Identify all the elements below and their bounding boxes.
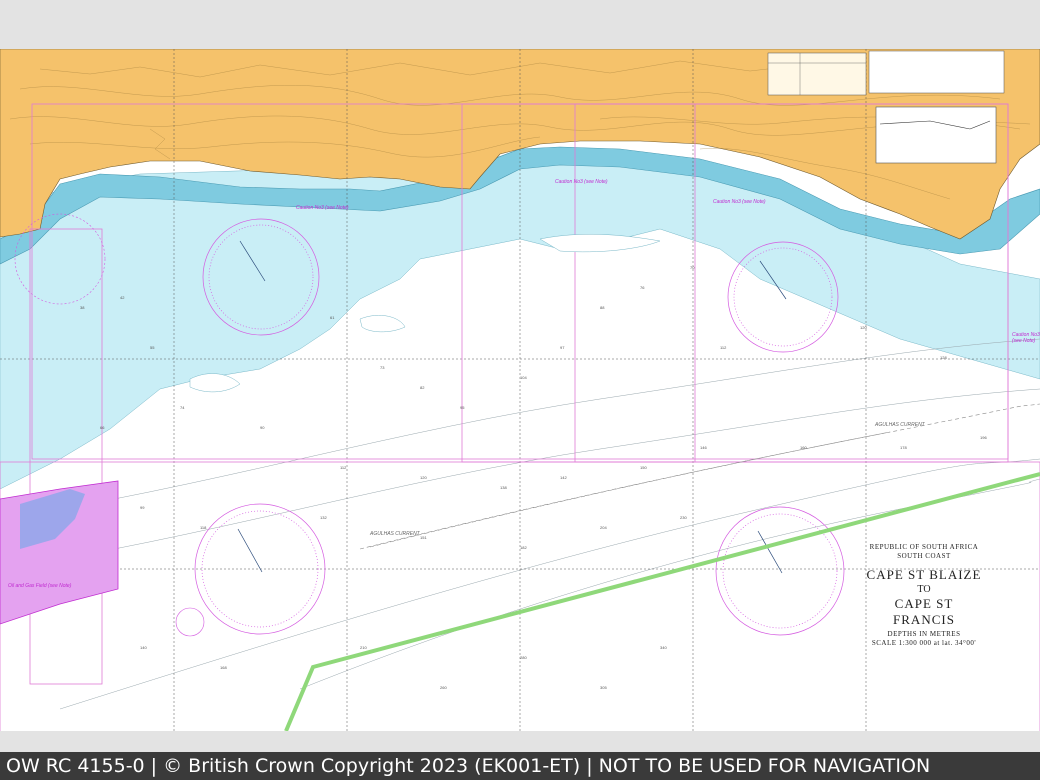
svg-text:210: 210 bbox=[360, 645, 367, 650]
svg-text:260: 260 bbox=[440, 685, 447, 690]
svg-text:66: 66 bbox=[100, 425, 105, 430]
svg-text:132: 132 bbox=[320, 515, 327, 520]
svg-text:112: 112 bbox=[720, 345, 727, 350]
title-to: TO bbox=[917, 584, 931, 595]
svg-text:97: 97 bbox=[560, 345, 565, 350]
top-margin bbox=[0, 0, 1040, 49]
copyright-caption: OW RC 4155-0 | © British Crown Copyright… bbox=[0, 752, 1040, 780]
svg-text:112: 112 bbox=[340, 465, 347, 470]
svg-text:55: 55 bbox=[150, 345, 155, 350]
svg-text:74: 74 bbox=[180, 405, 185, 410]
caution-label-3: Caution No3 (see Note) bbox=[713, 199, 766, 205]
svg-text:73: 73 bbox=[380, 365, 385, 370]
caution-label-4: Caution No3 (see Note) bbox=[1012, 332, 1040, 344]
svg-text:340: 340 bbox=[660, 645, 667, 650]
svg-text:99: 99 bbox=[140, 505, 145, 510]
svg-text:128: 128 bbox=[940, 355, 947, 360]
svg-text:196: 196 bbox=[980, 435, 987, 440]
svg-text:280: 280 bbox=[520, 655, 527, 660]
svg-text:140: 140 bbox=[140, 645, 147, 650]
nautical-chart[interactable]: 38 42 55 61 73 82 95 104 97 88 76 70 112 120 128 6… bbox=[0, 49, 1040, 731]
svg-text:90: 90 bbox=[260, 425, 265, 430]
caution-label-1: Caution No3 (see Note) bbox=[296, 205, 349, 211]
svg-text:230: 230 bbox=[680, 515, 687, 520]
bottom-margin bbox=[0, 731, 1040, 752]
chart-title-block: REPUBLIC OF SOUTH AFRICA SOUTH COAST CAP… bbox=[862, 543, 986, 648]
current-label-1: AGULHAS CURRENT bbox=[370, 531, 420, 537]
svg-text:118: 118 bbox=[200, 525, 207, 530]
svg-text:120: 120 bbox=[860, 325, 867, 330]
depths-label: DEPTHS IN METRES bbox=[887, 630, 961, 638]
scale-label: SCALE 1:300 000 at lat. 34°00' bbox=[871, 639, 977, 647]
svg-text:160: 160 bbox=[800, 445, 807, 450]
current-label-2: AGULHAS CURRENT bbox=[875, 422, 925, 428]
svg-text:305: 305 bbox=[600, 685, 607, 690]
svg-text:182: 182 bbox=[520, 545, 527, 550]
caution-label-2: Caution No3 (see Note) bbox=[555, 179, 608, 185]
tide-table bbox=[767, 52, 867, 96]
svg-text:142: 142 bbox=[560, 475, 567, 480]
svg-text:151: 151 bbox=[420, 535, 427, 540]
svg-text:42: 42 bbox=[120, 295, 125, 300]
svg-text:76: 76 bbox=[640, 285, 645, 290]
svg-text:150: 150 bbox=[640, 465, 647, 470]
svg-text:82: 82 bbox=[420, 385, 425, 390]
svg-text:168: 168 bbox=[220, 665, 227, 670]
svg-text:95: 95 bbox=[460, 405, 465, 410]
svg-text:104: 104 bbox=[520, 375, 527, 380]
oil-gas-label: Oil and Gas Field (see Note) bbox=[8, 583, 72, 589]
svg-text:146: 146 bbox=[700, 445, 707, 450]
svg-text:61: 61 bbox=[330, 315, 335, 320]
svg-text:204: 204 bbox=[600, 525, 607, 530]
svg-text:138: 138 bbox=[500, 485, 507, 490]
title-line-2: CAPE ST FRANCIS bbox=[893, 596, 955, 627]
coast-label: SOUTH COAST bbox=[897, 552, 951, 560]
svg-text:38: 38 bbox=[80, 305, 85, 310]
inset-diagram bbox=[868, 50, 1005, 164]
title-line-1: CAPE ST BLAIZE bbox=[866, 567, 982, 582]
republic-label: REPUBLIC OF SOUTH AFRICA bbox=[869, 543, 979, 551]
svg-text:88: 88 bbox=[600, 305, 605, 310]
svg-text:70: 70 bbox=[690, 265, 695, 270]
svg-text:120: 120 bbox=[420, 475, 427, 480]
svg-text:178: 178 bbox=[900, 445, 907, 450]
